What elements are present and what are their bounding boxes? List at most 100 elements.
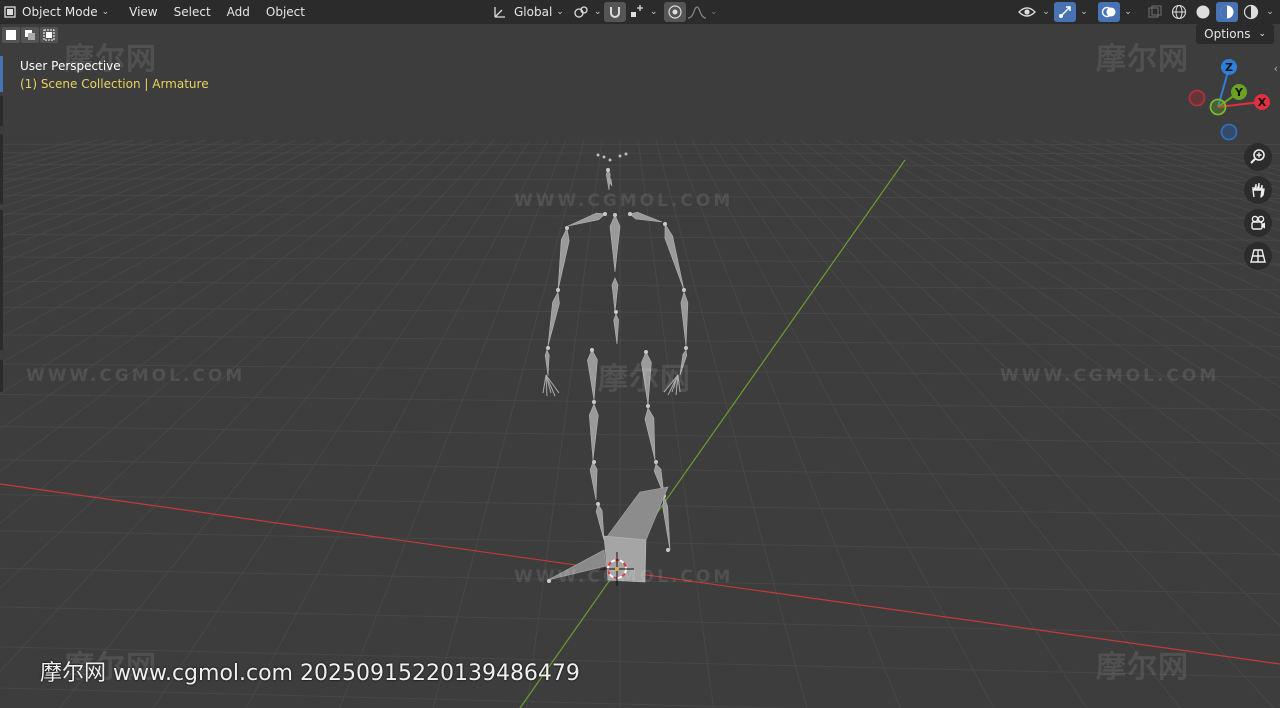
grid-line xyxy=(0,139,171,192)
overlays-toggle[interactable] xyxy=(1098,2,1120,22)
selection-mode-group xyxy=(2,27,58,43)
menu-add[interactable]: Add xyxy=(219,1,258,23)
visibility-button[interactable] xyxy=(1016,2,1038,22)
proportional-edit-toggle[interactable] xyxy=(663,2,686,22)
chevron-down-icon: ⌄ xyxy=(101,7,110,17)
select-subtract-button[interactable] xyxy=(40,27,58,43)
select-extend-button[interactable] xyxy=(21,27,39,43)
watermark-logo: 摩尔网 xyxy=(1096,650,1189,685)
armature-bone xyxy=(567,212,606,227)
armature-bone xyxy=(588,403,599,461)
transform-tools-group: Global ⌄ ⌄ ⌄ ⌄ xyxy=(486,0,720,24)
grid-line xyxy=(0,139,315,280)
bone-joint xyxy=(592,400,596,404)
chevron-down-icon[interactable]: ⌄ xyxy=(592,7,604,17)
neg-z-fill xyxy=(1222,125,1236,139)
hand-finger-bone xyxy=(542,374,547,394)
menu-view[interactable]: View xyxy=(121,1,165,23)
bone-joint xyxy=(596,502,600,506)
pivot-point-button[interactable] xyxy=(570,2,592,22)
camera-view-button[interactable] xyxy=(1244,209,1272,237)
menu-select[interactable]: Select xyxy=(166,1,219,23)
watermark-url: WWW.CGMOL.COM xyxy=(1000,366,1220,386)
watermark-url: WWW.CGMOL.COM xyxy=(26,366,246,386)
eye-icon xyxy=(1018,7,1036,17)
hand-pan-icon xyxy=(1252,183,1265,198)
chevron-down-icon[interactable]: ⌄ xyxy=(1040,7,1052,17)
grid-line xyxy=(152,139,531,708)
viewport-header: Object Mode ⌄ View Select Add Object Glo… xyxy=(0,0,1280,24)
armature-bone xyxy=(547,291,560,347)
navigation-gizmo[interactable]: Z Y X xyxy=(1180,52,1276,148)
menu-object[interactable]: Object xyxy=(258,1,313,23)
grid-line xyxy=(997,139,1280,242)
snap-toggle[interactable] xyxy=(603,2,626,22)
pan-button[interactable] xyxy=(1244,176,1272,204)
chevron-down-icon: ⌄ xyxy=(1258,29,1266,39)
zoom-button[interactable] xyxy=(1244,143,1272,171)
bone-joint xyxy=(606,168,610,172)
chevron-down-icon[interactable]: ⌄ xyxy=(1122,7,1134,17)
grid-line xyxy=(0,152,1280,154)
grid-line xyxy=(0,139,495,673)
head-bone-dot xyxy=(602,155,606,159)
material-preview-button[interactable] xyxy=(1216,2,1238,22)
xray-toggle[interactable] xyxy=(1144,2,1166,22)
armature-bone xyxy=(587,349,598,401)
toolbar-edge-tab[interactable] xyxy=(0,360,3,392)
chevron-down-icon[interactable]: ⌄ xyxy=(708,7,720,17)
chevron-down-icon[interactable]: ⌄ xyxy=(1078,7,1090,17)
chevron-down-icon[interactable]: ⌄ xyxy=(648,7,660,17)
bone-joint xyxy=(646,404,650,408)
armature-bone xyxy=(589,461,598,501)
rendered-sphere-icon xyxy=(1243,4,1259,20)
bone-joint xyxy=(556,288,560,292)
gizmo-toggle[interactable] xyxy=(1054,2,1076,22)
grid-line xyxy=(907,139,1280,316)
grid-line xyxy=(0,139,81,161)
solid-shading-button[interactable] xyxy=(1192,2,1214,22)
grid-line xyxy=(0,178,1280,182)
toolbar-edge-tab[interactable] xyxy=(0,134,3,204)
bone-joint xyxy=(546,346,550,350)
chevron-down-icon[interactable]: ⌄ xyxy=(1264,7,1276,17)
grid-line xyxy=(0,139,387,365)
ortho-toggle-button[interactable] xyxy=(1244,242,1272,270)
toolbar-edge-tab[interactable] xyxy=(0,210,3,350)
select-new-icon xyxy=(6,30,16,40)
head-bone-dot xyxy=(624,152,628,156)
grid-line xyxy=(0,139,405,395)
viewport-display-tools: ⌄ ⌄ ⌄ ⌄ xyxy=(1016,0,1276,24)
material-sphere-icon xyxy=(1220,5,1234,19)
grid-line xyxy=(0,139,99,166)
pivot-link-icon xyxy=(574,6,588,18)
falloff-curve-icon xyxy=(687,6,706,19)
options-dropdown[interactable]: Options ⌄ xyxy=(1196,24,1274,44)
grid-line xyxy=(0,334,1280,347)
snap-target-button[interactable] xyxy=(626,2,648,22)
grid-line xyxy=(0,139,261,239)
grid-line xyxy=(835,139,1280,420)
grid-line xyxy=(0,459,1280,480)
bone-joint xyxy=(663,222,667,226)
bone-joint xyxy=(613,213,617,217)
watermark-url: WWW.CGMOL.COM xyxy=(514,567,734,587)
neg-y-fill xyxy=(1211,100,1225,114)
solid-sphere-icon xyxy=(1196,5,1210,19)
object-mode-dropdown[interactable]: Object Mode ⌄ xyxy=(0,1,115,23)
wireframe-shading-button[interactable] xyxy=(1168,2,1190,22)
grid-line xyxy=(0,139,279,251)
falloff-button[interactable] xyxy=(686,2,708,22)
bone-joint xyxy=(565,226,569,230)
armature-bone xyxy=(680,291,689,347)
bone-joint xyxy=(654,460,658,464)
orientation-dropdown[interactable]: Global ⌄ xyxy=(486,1,570,23)
bone-joint xyxy=(628,212,632,216)
x-axis-label: X xyxy=(1258,96,1267,109)
toolbar-edge-tab[interactable] xyxy=(0,96,3,126)
rendered-shading-button[interactable] xyxy=(1240,2,1262,22)
grid-ortho-icon xyxy=(1250,249,1266,263)
select-new-button[interactable] xyxy=(2,27,20,43)
snap-increment-icon xyxy=(630,5,643,17)
zoom-icon xyxy=(1250,149,1265,164)
